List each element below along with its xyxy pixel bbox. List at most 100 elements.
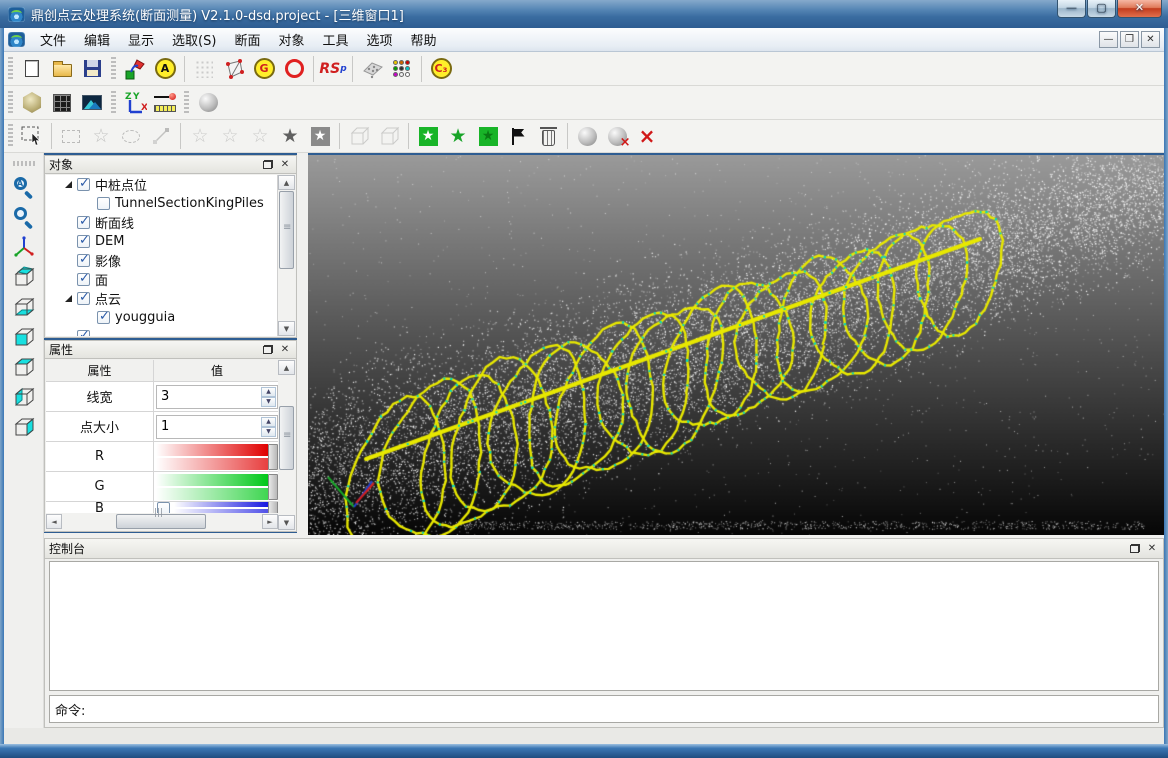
view-top-button[interactable]	[8, 352, 40, 382]
select-polygon-button[interactable]: ☆	[86, 121, 116, 151]
select-intersect-button[interactable]: ☆	[245, 121, 275, 151]
menu-item-6[interactable]: 工具	[313, 27, 357, 52]
menu-item-7[interactable]: 选项	[358, 27, 402, 52]
zoom-button[interactable]	[8, 202, 40, 232]
menu-item-2[interactable]: 显示	[119, 27, 163, 52]
tree-row-断面线[interactable]: 断面线	[46, 213, 277, 232]
线宽-value-input[interactable]: 3▲▼	[156, 385, 278, 409]
select-rect-button[interactable]	[56, 121, 86, 151]
slider-thumb[interactable]	[268, 502, 278, 513]
menu-item-0[interactable]: 文件	[31, 27, 75, 52]
mdi-minimize-button[interactable]: —	[1099, 31, 1118, 48]
view-left-button[interactable]	[8, 382, 40, 412]
render-sphere-button[interactable]	[17, 88, 47, 118]
spin-up-icon[interactable]: ▲	[261, 387, 276, 397]
image-view-button[interactable]	[77, 88, 107, 118]
sphere-tool-button[interactable]	[193, 88, 223, 118]
console-close-button[interactable]: ✕	[1145, 542, 1159, 555]
circle-a-tool-button[interactable]: A	[150, 54, 180, 84]
dock-splitter[interactable]	[297, 153, 308, 538]
plane-points-button[interactable]	[357, 54, 387, 84]
tree-row-clipped[interactable]	[46, 327, 277, 336]
point-cloud-tool-button[interactable]	[189, 54, 219, 84]
properties-close-button[interactable]: ✕	[278, 343, 292, 356]
view-back-button[interactable]	[8, 262, 40, 292]
tree-row-中桩点位[interactable]: 中桩点位	[46, 175, 277, 194]
scrollbar-thumb[interactable]	[116, 514, 206, 529]
tree-checkbox[interactable]	[77, 178, 90, 191]
tree-checkbox[interactable]	[77, 216, 90, 229]
select-star-green-button[interactable]: ★	[443, 121, 473, 151]
spin-down-icon[interactable]: ▼	[261, 427, 276, 437]
command-line[interactable]: 命令:	[49, 695, 1159, 723]
view-front-button[interactable]	[8, 322, 40, 352]
select-subtract-button[interactable]: ☆	[215, 121, 245, 151]
properties-scrollbar[interactable]: ▲ ▼	[278, 360, 295, 530]
tree-checkbox[interactable]	[77, 273, 90, 286]
G-channel-slider[interactable]	[156, 474, 278, 500]
axes-zyx-button[interactable]: ZYX	[120, 88, 150, 118]
scroll-left-icon[interactable]: ◄	[46, 514, 62, 529]
object-tree-scrollbar[interactable]: ▲ ▼	[278, 175, 295, 336]
objects-close-button[interactable]: ✕	[278, 158, 292, 171]
color-points-button[interactable]	[387, 54, 417, 84]
tree-row-点云[interactable]: 点云	[46, 289, 277, 308]
slider-thumb[interactable]	[268, 474, 278, 500]
resection-rsp-button[interactable]: RSp	[318, 54, 348, 84]
tree-row-TunnelSectionKingPiles[interactable]: TunnelSectionKingPiles	[46, 194, 277, 213]
spin-up-icon[interactable]: ▲	[261, 417, 276, 427]
select-add-button[interactable]: ☆	[185, 121, 215, 151]
new-file-button[interactable]	[17, 54, 47, 84]
hide-points-button[interactable]	[572, 121, 602, 151]
delete-points-button[interactable]: ×	[602, 121, 632, 151]
select-lasso-button[interactable]	[116, 121, 146, 151]
mesh-model-button[interactable]	[219, 54, 249, 84]
maximize-button[interactable]: ▢	[1087, 0, 1116, 18]
properties-float-button[interactable]	[261, 343, 275, 356]
cancel-selection-button[interactable]: ×	[632, 121, 662, 151]
tree-checkbox[interactable]	[77, 292, 90, 305]
menu-item-4[interactable]: 断面	[225, 27, 269, 52]
mdi-restore-button[interactable]: ❐	[1120, 31, 1139, 48]
view-right-button[interactable]	[8, 412, 40, 442]
scroll-down-icon[interactable]: ▼	[278, 321, 295, 336]
grid-view-button[interactable]	[47, 88, 77, 118]
scrollbar-thumb[interactable]	[279, 406, 294, 470]
tree-expander-icon[interactable]	[64, 293, 75, 304]
minimize-button[interactable]: —	[1057, 0, 1086, 18]
scroll-down-icon[interactable]: ▼	[278, 515, 295, 530]
menu-item-1[interactable]: 编辑	[75, 27, 119, 52]
axes-3d-button[interactable]	[8, 232, 40, 262]
zoom-fit-button[interactable]: A	[8, 172, 40, 202]
box-clip-inner-button[interactable]	[374, 121, 404, 151]
objects-float-button[interactable]	[261, 158, 275, 171]
scroll-up-icon[interactable]: ▲	[278, 360, 295, 375]
circle-g-tool-button[interactable]: G	[249, 54, 279, 84]
menu-item-8[interactable]: 帮助	[402, 27, 446, 52]
registration-tool-button[interactable]	[120, 54, 150, 84]
tree-checkbox[interactable]	[77, 235, 90, 248]
select-cursor-button[interactable]	[17, 121, 47, 151]
spin-down-icon[interactable]: ▼	[261, 397, 276, 407]
fill-selection-button[interactable]: ★	[473, 121, 503, 151]
点大小-value-input[interactable]: 1▲▼	[156, 415, 278, 439]
select-line-button[interactable]	[146, 121, 176, 151]
tree-checkbox[interactable]	[77, 330, 90, 336]
tree-row-DEM[interactable]: DEM	[46, 232, 277, 251]
flag-mark-button[interactable]	[503, 121, 533, 151]
R-channel-slider[interactable]	[156, 444, 278, 470]
tree-row-影像[interactable]: 影像	[46, 251, 277, 270]
properties-hscrollbar[interactable]: ◄ ►	[46, 513, 278, 530]
scroll-up-icon[interactable]: ▲	[278, 175, 295, 190]
mdi-close-button[interactable]: ✕	[1141, 31, 1160, 48]
viewport-3d-canvas[interactable]	[308, 155, 1164, 535]
slider-thumb[interactable]	[268, 444, 278, 470]
view-bottom-button[interactable]	[8, 292, 40, 322]
selection-in-box-button[interactable]: ★	[305, 121, 335, 151]
save-project-button[interactable]	[77, 54, 107, 84]
measure-ruler-button[interactable]	[150, 88, 180, 118]
scroll-right-icon[interactable]: ►	[262, 514, 278, 529]
tree-row-面[interactable]: 面	[46, 270, 277, 289]
keep-selection-button[interactable]: ★	[413, 121, 443, 151]
menu-item-5[interactable]: 对象	[269, 27, 313, 52]
